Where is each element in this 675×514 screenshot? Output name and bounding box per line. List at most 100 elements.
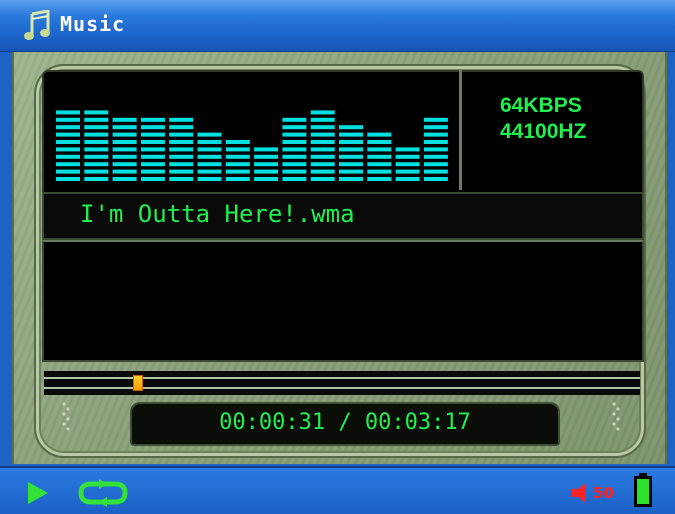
equalizer-segment — [140, 117, 165, 122]
equalizer-segment — [84, 147, 109, 152]
equalizer-segment — [423, 132, 448, 137]
equalizer-segment — [84, 154, 109, 159]
lyrics-area — [42, 240, 644, 362]
play-icon[interactable] — [28, 482, 48, 504]
equalizer-segment — [197, 177, 222, 181]
equalizer-segment — [282, 169, 307, 174]
equalizer-segment — [339, 177, 363, 181]
equalizer-segment — [367, 177, 392, 181]
equalizer-segment — [339, 169, 363, 174]
equalizer-bar — [169, 117, 194, 181]
song-title-bar: I'm Outta Here!.wma — [42, 192, 644, 240]
equalizer-bar — [140, 117, 165, 181]
music-notes-icon — [24, 10, 50, 40]
equalizer-segment — [282, 154, 307, 159]
equalizer-bar — [395, 147, 420, 181]
equalizer-segment — [140, 169, 165, 174]
bitrate-label: 64KBPS — [500, 94, 582, 117]
equalizer-segment — [112, 154, 137, 159]
equalizer-segment — [112, 117, 137, 122]
equalizer-segment — [56, 132, 80, 137]
equalizer-segment — [423, 154, 448, 159]
equalizer-segment — [112, 125, 137, 130]
equalizer-segment — [395, 162, 420, 167]
equalizer-segment — [56, 154, 80, 159]
equalizer-segment — [112, 162, 137, 167]
equalizer-segment — [423, 169, 448, 174]
sample-rate-label: 44100HZ — [500, 120, 587, 143]
equalizer-segment — [169, 117, 194, 122]
equalizer-segment — [310, 125, 335, 130]
equalizer-segment — [310, 147, 335, 152]
equalizer-segment — [140, 125, 165, 130]
equalizer-segment — [367, 162, 392, 167]
equalizer-segment — [423, 125, 448, 130]
equalizer-segment — [169, 177, 194, 181]
equalizer-segment — [56, 169, 80, 174]
equalizer-segment — [367, 132, 392, 137]
equalizer-segment — [56, 110, 80, 115]
music-player-window: Music 64KBPS 44100HZ I'm Outta Here!.wma… — [0, 0, 675, 514]
equalizer-bar — [56, 110, 80, 181]
equalizer-segment — [197, 147, 222, 152]
equalizer-segment — [169, 154, 194, 159]
equalizer-bar — [339, 125, 363, 181]
equalizer-segment — [339, 125, 363, 130]
equalizer-segment — [169, 125, 194, 130]
speaker-icon[interactable] — [570, 482, 590, 504]
equalizer-segment — [84, 117, 109, 122]
equalizer-segment — [225, 169, 250, 174]
equalizer-segment — [169, 140, 194, 144]
equalizer-segment — [197, 154, 222, 159]
equalizer-segment — [140, 147, 165, 152]
equalizer-segment — [56, 177, 80, 181]
decorative-dots-right — [612, 402, 620, 431]
equalizer-segment — [282, 140, 307, 144]
equalizer-segment — [423, 147, 448, 152]
equalizer-segment — [367, 169, 392, 174]
equalizer-segment — [169, 169, 194, 174]
equalizer-segment — [339, 147, 363, 152]
equalizer-segment — [56, 162, 80, 167]
equalizer-segment — [367, 140, 392, 144]
equalizer-segment — [339, 162, 363, 167]
equalizer-segment — [169, 147, 194, 152]
repeat-icon[interactable] — [77, 479, 129, 507]
progress-bar[interactable] — [44, 371, 640, 395]
equalizer-segment — [367, 147, 392, 152]
equalizer-segment — [140, 177, 165, 181]
decorative-dots-left — [62, 402, 70, 431]
equalizer-segment — [225, 177, 250, 181]
equalizer-segment — [225, 154, 250, 159]
screen-divider — [459, 70, 462, 190]
equalizer-segment — [56, 125, 80, 130]
equalizer-segment — [254, 162, 279, 167]
equalizer-segment — [56, 117, 80, 122]
equalizer-segment — [112, 177, 137, 181]
equalizer-segment — [140, 140, 165, 144]
equalizer-bar — [197, 132, 222, 181]
equalizer-segment — [282, 125, 307, 130]
equalizer-segment — [339, 154, 363, 159]
equalizer-segment — [254, 177, 279, 181]
equalizer-segment — [395, 147, 420, 152]
song-title: I'm Outta Here!.wma — [80, 200, 355, 228]
progress-thumb[interactable] — [133, 375, 143, 391]
equalizer-bar — [112, 117, 137, 181]
equalizer-segment — [310, 140, 335, 144]
equalizer-bar — [310, 110, 335, 181]
equalizer-bar — [367, 132, 392, 181]
equalizer-bar — [84, 110, 109, 181]
equalizer-segment — [197, 162, 222, 167]
equalizer-segment — [282, 117, 307, 122]
equalizer-segment — [254, 147, 279, 152]
equalizer-segment — [254, 169, 279, 174]
battery-full-icon — [634, 473, 652, 507]
equalizer-segment — [197, 132, 222, 137]
equalizer-segment — [197, 169, 222, 174]
equalizer-segment — [339, 140, 363, 144]
equalizer-segment — [282, 162, 307, 167]
equalizer-segment — [84, 132, 109, 137]
equalizer-segment — [310, 162, 335, 167]
equalizer-segment — [112, 169, 137, 174]
